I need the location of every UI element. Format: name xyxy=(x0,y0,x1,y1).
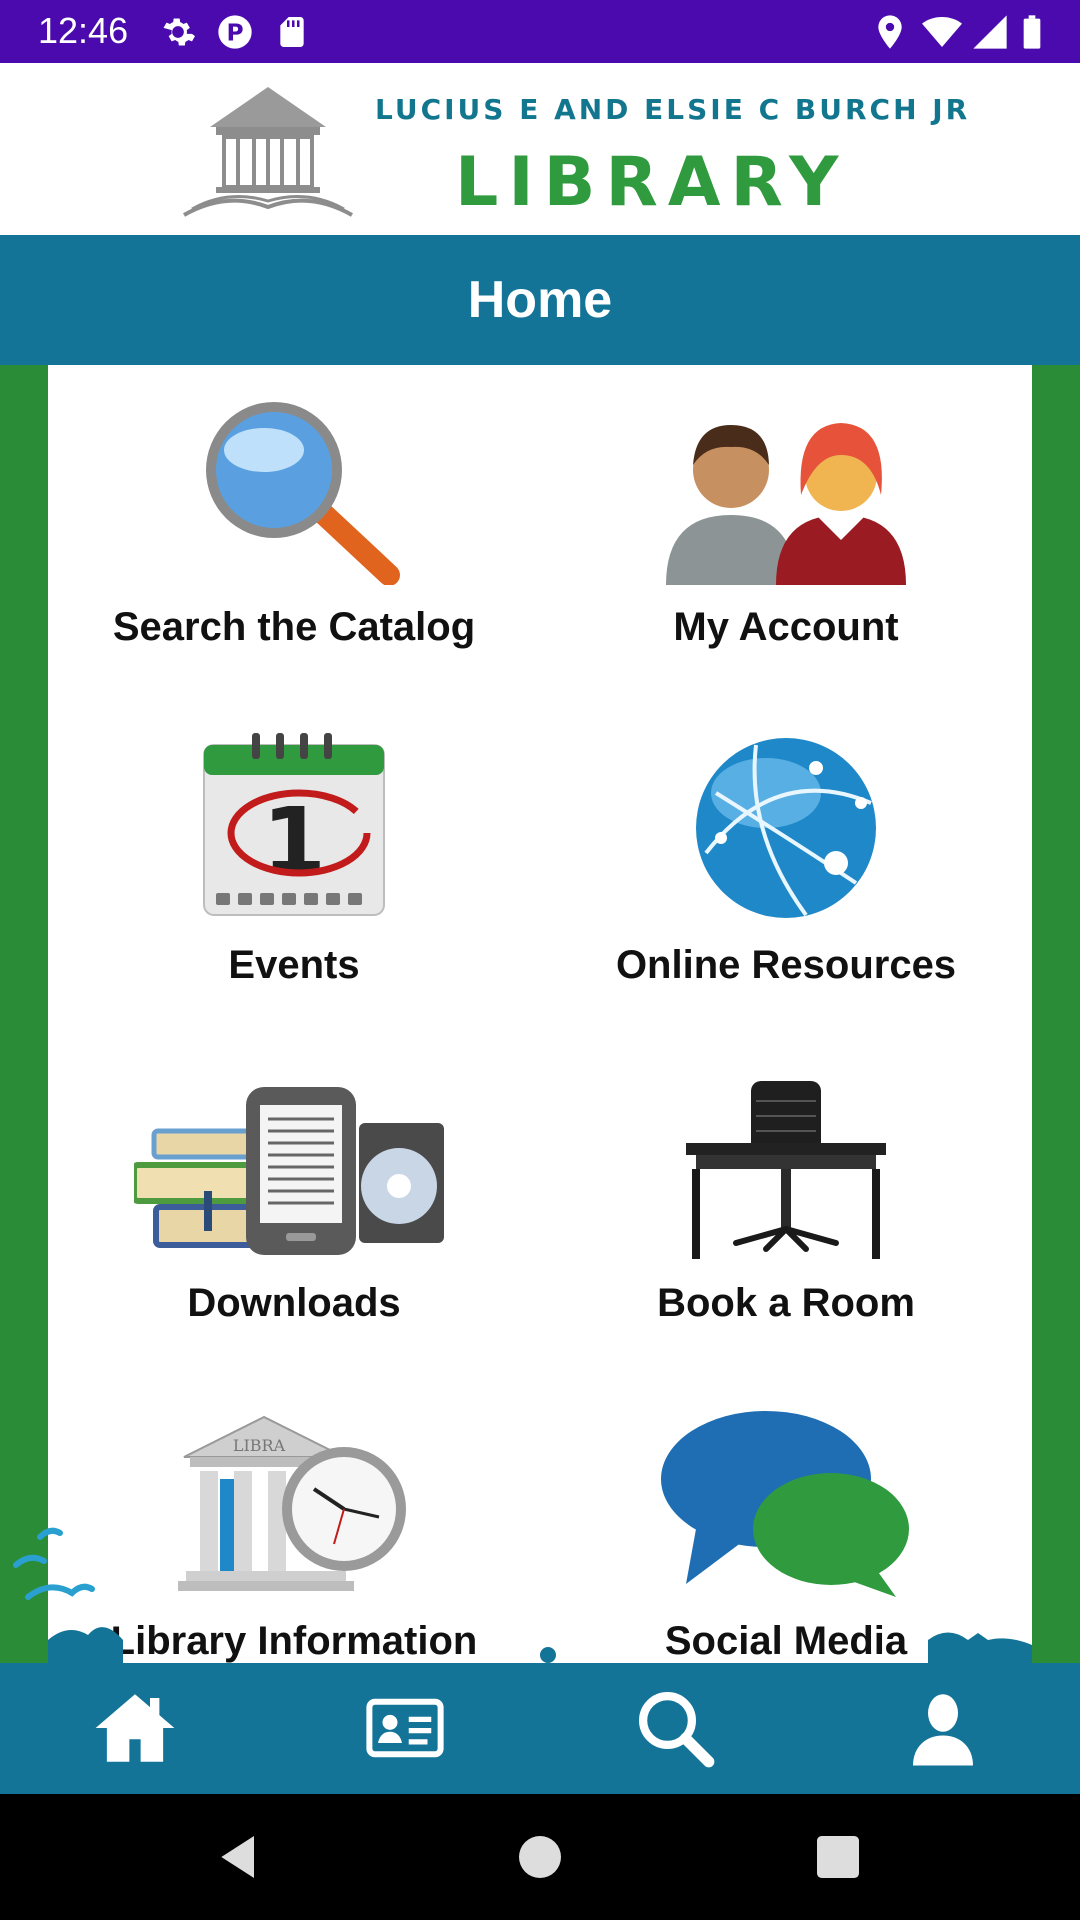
desk-chair-icon xyxy=(656,1071,916,1261)
birds-decoration-icon xyxy=(13,1527,95,1600)
library-logo-header: LUCIUS E AND ELSIE C BURCH JR LIBRARY xyxy=(0,63,1080,235)
sd-card-icon xyxy=(272,12,312,52)
id-card-icon[interactable] xyxy=(360,1683,450,1773)
parking-app-icon: P xyxy=(215,12,255,52)
tile-book-room[interactable]: Book a Room xyxy=(540,1041,1032,1379)
library-building-logo-icon xyxy=(180,81,356,221)
logo-text-name: LUCIUS E AND ELSIE C BURCH JR xyxy=(375,93,971,126)
skyline-decoration-icon xyxy=(48,1627,1032,1663)
svg-text:1: 1 xyxy=(262,788,326,895)
tile-label: Book a Room xyxy=(657,1281,915,1325)
books-ereader-cd-icon xyxy=(131,1071,454,1261)
signal-icon xyxy=(970,12,1010,52)
content-area: Search the Catalog My Account 1 Events O… xyxy=(0,365,1080,1663)
calendar-icon: 1 xyxy=(164,733,424,923)
title-bar: Home xyxy=(0,235,1080,365)
search-icon[interactable] xyxy=(630,1683,720,1773)
home-circle-icon[interactable] xyxy=(512,1829,568,1885)
battery-icon xyxy=(1012,12,1052,52)
tile-my-account[interactable]: My Account xyxy=(540,365,1032,703)
tile-label: Downloads xyxy=(187,1281,401,1325)
wifi-icon xyxy=(922,12,962,52)
tile-label: My Account xyxy=(673,605,899,649)
bottom-nav xyxy=(0,1663,1080,1794)
back-icon[interactable] xyxy=(212,1829,268,1885)
tile-search-catalog[interactable]: Search the Catalog xyxy=(48,365,540,703)
home-icon[interactable] xyxy=(90,1683,180,1773)
magnifier-icon xyxy=(164,395,424,586)
status-time: 12:46 xyxy=(38,10,129,51)
tile-events[interactable]: 1 Events xyxy=(48,703,540,1041)
tile-online-resources[interactable]: Online Resources xyxy=(540,703,1032,1041)
page-title: Home xyxy=(467,271,613,329)
people-icon xyxy=(656,395,916,585)
logo-text-library: LIBRARY xyxy=(455,143,849,222)
settings-icon xyxy=(158,12,198,52)
location-icon xyxy=(870,12,910,52)
tile-label: Events xyxy=(228,943,360,987)
tile-downloads[interactable]: Downloads xyxy=(48,1041,540,1379)
status-bar: 12:46 P xyxy=(0,0,1080,63)
tile-label: Search the Catalog xyxy=(112,605,476,649)
globe-icon xyxy=(656,733,916,923)
user-icon[interactable] xyxy=(898,1683,988,1773)
tile-label: Online Resources xyxy=(615,943,957,987)
svg-text:P: P xyxy=(226,18,243,46)
recents-icon[interactable] xyxy=(810,1829,866,1885)
system-nav-bar xyxy=(0,1794,1080,1920)
tile-panel: Search the Catalog My Account 1 Events O… xyxy=(48,365,1032,1663)
svg-text:LIBRA: LIBRA xyxy=(233,1436,286,1455)
